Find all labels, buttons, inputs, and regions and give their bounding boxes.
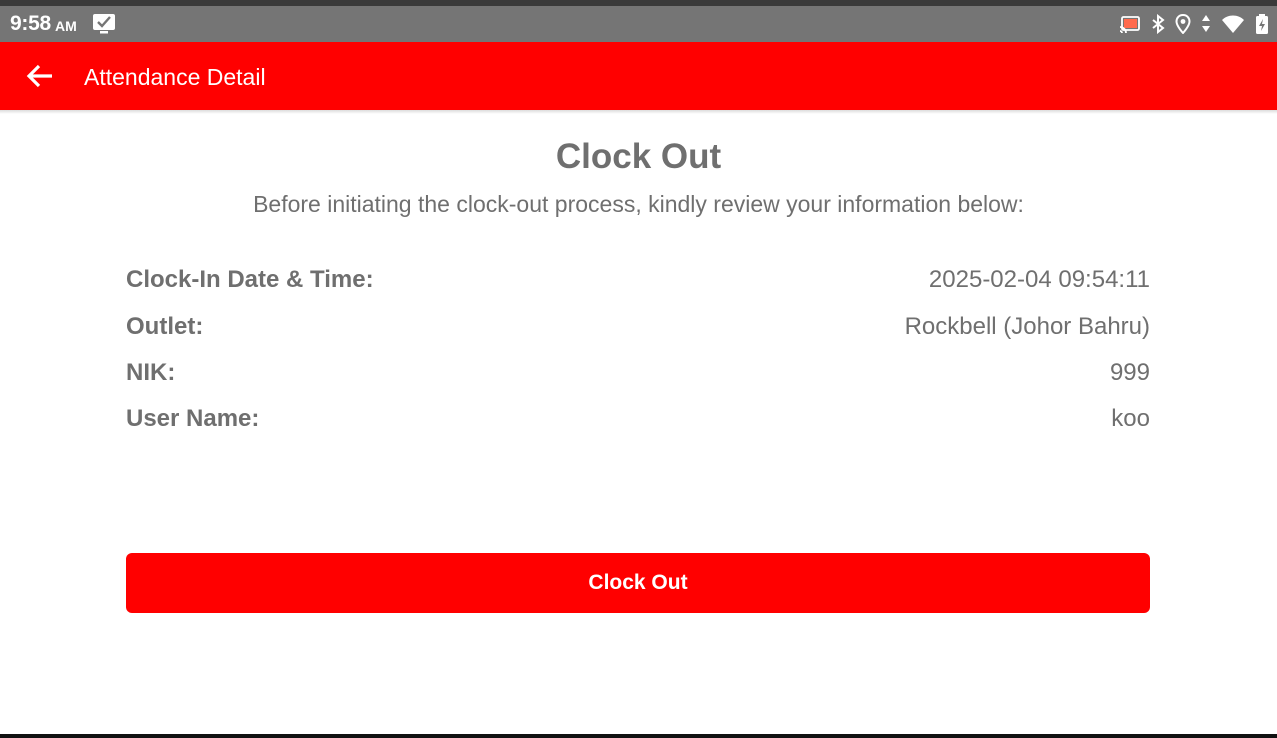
clock-out-button[interactable]: Clock Out [126,553,1150,613]
status-ampm: AM [55,18,77,34]
page-subheading: Before initiating the clock-out process,… [253,191,1024,217]
app-bar-title: Attendance Detail [84,64,266,90]
detail-label: Clock-In Date & Time: [126,266,374,293]
back-button[interactable] [20,58,60,94]
detail-row-outlet: Outlet: Rockbell (Johor Bahru) [126,313,1150,345]
detail-value: koo [1111,405,1150,432]
status-time: 9:58 [10,12,51,35]
location-icon [1175,14,1191,34]
detail-label: NIK: [126,359,176,386]
status-bar: 9:58 AM [0,6,1277,42]
bluetooth-icon [1151,14,1165,34]
checklist-notification-icon [92,13,116,35]
battery-charging-icon [1255,13,1269,35]
detail-value: 2025-02-04 09:54:11 [928,266,1150,293]
arrow-left-icon [26,64,52,88]
wifi-icon [1221,14,1245,34]
detail-label: Outlet: [126,313,204,340]
screen-bottom-edge [0,734,1277,738]
app-bar-shadow [0,110,1277,114]
detail-row-user-name: User Name: koo [126,405,1150,437]
detail-value: Rockbell (Johor Bahru) [904,313,1150,340]
page-heading: Clock Out [555,137,722,176]
detail-label: User Name: [126,405,260,432]
detail-row-clock-in: Clock-In Date & Time: 2025-02-04 09:54:1… [126,266,1150,298]
detail-row-nik: NIK: 999 [126,359,1150,391]
status-icons [1119,12,1269,36]
detail-value: 999 [1109,359,1150,386]
cast-icon [1119,15,1141,33]
app-bar: Attendance Detail [0,42,1277,110]
data-arrows-icon [1201,14,1211,34]
